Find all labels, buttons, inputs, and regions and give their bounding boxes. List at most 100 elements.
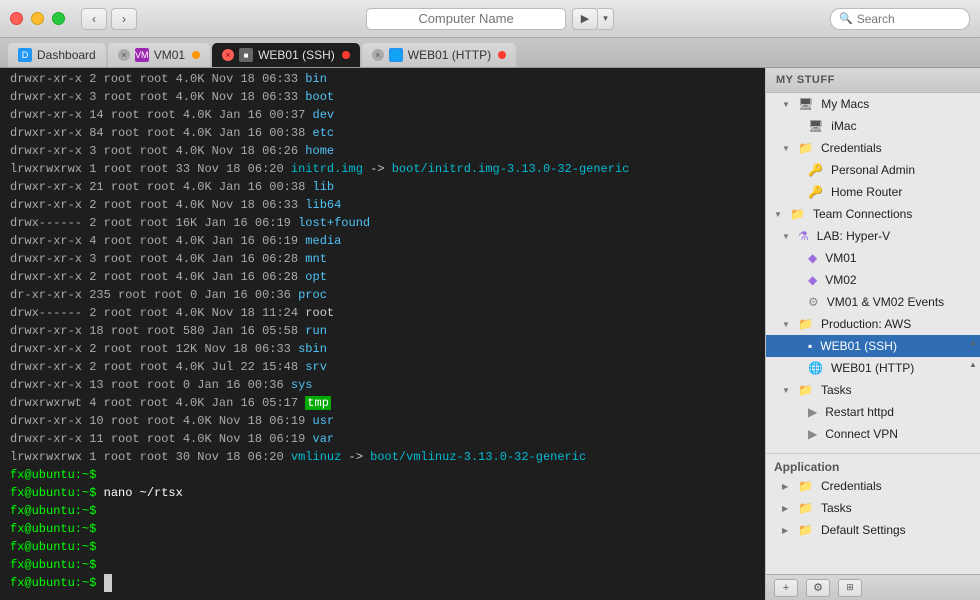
- sidebar-item-web01-ssh[interactable]: ▪WEB01 (SSH)▲: [766, 335, 980, 357]
- sidebar-item-web01-http[interactable]: 🌐WEB01 (HTTP)▲: [766, 357, 980, 379]
- owner: root: [111, 180, 140, 194]
- date: Nov 18 06:19: [219, 432, 305, 446]
- nav-buttons: ‹ ›: [81, 8, 137, 30]
- sidebar-item-production-aws[interactable]: 📁Production: AWS: [766, 313, 980, 335]
- link-name: vmlinuz: [291, 450, 341, 464]
- sidebar-item-label: Connect VPN: [825, 427, 898, 441]
- sidebar-item-restart-httpd[interactable]: ▶Restart httpd: [766, 401, 980, 423]
- file-size: 16K: [176, 216, 198, 230]
- sidebar-application-header: Application: [766, 453, 980, 475]
- date: Nov 18 06:19: [219, 414, 305, 428]
- task-icon: ▶: [808, 405, 817, 419]
- tab-icon-web01-ssh: ■: [239, 48, 253, 62]
- sidebar-item-app-tasks[interactable]: 📁Tasks: [766, 497, 980, 519]
- owner: root: [104, 216, 133, 230]
- link-arrow: ->: [349, 450, 363, 464]
- terminal-line: drwxr-xr-x 2 root root 12K Nov 18 06:33 …: [10, 340, 755, 358]
- permissions: drwxr-xr-x: [10, 342, 82, 356]
- tab-close-web01-ssh[interactable]: ×: [222, 49, 234, 61]
- scroll-up-button[interactable]: ▲: [966, 335, 980, 349]
- sidebar-item-app-default-settings[interactable]: 📁Default Settings: [766, 519, 980, 541]
- dropdown-button[interactable]: ▾: [598, 8, 614, 30]
- prompt-text: fx@ubuntu:~$: [10, 504, 96, 518]
- tab-web01-ssh[interactable]: × ■ WEB01 (SSH): [212, 43, 360, 67]
- computer_small-icon: 🖥: [808, 119, 823, 133]
- sidebar-item-vm01[interactable]: ◆VM01: [766, 247, 980, 269]
- terminal[interactable]: fx@ubuntu:~$ pwd/home/fxfx@ubuntu:~$ fx@…: [0, 68, 765, 600]
- tab-close-vm01[interactable]: ×: [118, 49, 130, 61]
- sidebar-item-credentials[interactable]: 📁Credentials: [766, 137, 980, 159]
- link-count: 13: [89, 378, 103, 392]
- link-arrow: ->: [370, 162, 384, 176]
- scroll-indicator[interactable]: ▲: [966, 357, 980, 371]
- link-name: initrd.img: [291, 162, 363, 176]
- group: root: [147, 180, 176, 194]
- add-button[interactable]: +: [774, 579, 798, 597]
- sidebar-item-connect-vpn[interactable]: ▶Connect VPN: [766, 423, 980, 445]
- disclosure-icon: [782, 386, 792, 395]
- file-size: 4.0K: [176, 90, 205, 104]
- folder-icon: 📁: [798, 523, 813, 537]
- folder-icon: 📁: [798, 383, 813, 397]
- owner: root: [111, 414, 140, 428]
- disclosure-icon: [782, 482, 792, 491]
- tab-web01-http[interactable]: × 🌐 WEB01 (HTTP): [362, 43, 516, 67]
- link-count: 4: [89, 234, 96, 248]
- terminal-line: drwxr-xr-x 21 root root 4.0K Jan 16 00:3…: [10, 178, 755, 196]
- sidebar-item-label: VM01 & VM02 Events: [827, 295, 944, 309]
- group: root: [140, 90, 169, 104]
- play-button[interactable]: ▶: [572, 8, 598, 30]
- forward-button[interactable]: ›: [111, 8, 137, 30]
- sidebar-item-imac[interactable]: 🖥iMac: [766, 115, 980, 137]
- file-size: 4.0K: [176, 270, 205, 284]
- file-size: 4.0K: [176, 252, 205, 266]
- link-count: 11: [89, 432, 103, 446]
- file-size: 4.0K: [176, 306, 205, 320]
- back-button[interactable]: ‹: [81, 8, 107, 30]
- terminal-line: fx@ubuntu:~$: [10, 538, 755, 556]
- tab-close-web01-http[interactable]: ×: [372, 49, 384, 61]
- grid-button[interactable]: ⊞: [838, 579, 862, 597]
- owner: root: [104, 72, 133, 86]
- sidebar-item-team-connections[interactable]: 📁Team Connections: [766, 203, 980, 225]
- sidebar-item-personal-admin[interactable]: 🔑Personal Admin: [766, 159, 980, 181]
- folder-icon: 📁: [798, 501, 813, 515]
- permissions: drwxr-xr-x: [10, 252, 82, 266]
- sidebar-item-vm01-vm02-events[interactable]: ⚙VM01 & VM02 Events: [766, 291, 980, 313]
- cursor: [104, 574, 112, 592]
- minimize-button[interactable]: [31, 12, 44, 25]
- file-size: 4.0K: [183, 126, 212, 140]
- permissions: lrwxrwxrwx: [10, 450, 82, 464]
- file-size: 4.0K: [183, 180, 212, 194]
- terminal-line: drwxr-xr-x 2 root root 4.0K Jan 16 06:28…: [10, 268, 755, 286]
- tab-vm01[interactable]: × VM VM01: [108, 43, 210, 67]
- search-input[interactable]: [857, 12, 961, 26]
- disclosure-icon: [774, 210, 784, 219]
- date: Jan 16 00:38: [219, 126, 305, 140]
- sidebar-item-lab-hyper-v[interactable]: ⚗LAB: Hyper-V: [766, 225, 980, 247]
- sidebar-item-label: WEB01 (SSH): [820, 339, 897, 353]
- maximize-button[interactable]: [52, 12, 65, 25]
- sidebar-item-app-credentials[interactable]: 📁Credentials: [766, 475, 980, 497]
- terminal-line: drwxr-xr-x 2 root root 4.0K Jul 22 15:48…: [10, 358, 755, 376]
- sidebar-item-home-router[interactable]: 🔑Home Router: [766, 181, 980, 203]
- close-button[interactable]: [10, 12, 23, 25]
- terminal-line: drwxr-xr-x 3 root root 4.0K Jan 16 06:28…: [10, 250, 755, 268]
- dir-name: usr: [313, 414, 335, 428]
- tab-dashboard[interactable]: D Dashboard: [8, 43, 106, 67]
- sidebar-item-vm02[interactable]: ◆VM02: [766, 269, 980, 291]
- sidebar-item-tasks[interactable]: 📁Tasks: [766, 379, 980, 401]
- terminal-line: fx@ubuntu:~$: [10, 556, 755, 574]
- dir-name: media: [305, 234, 341, 248]
- computer-name-input[interactable]: [366, 8, 566, 30]
- gear-button[interactable]: ⚙: [806, 579, 830, 597]
- group: root: [147, 378, 176, 392]
- dir-name: root: [305, 306, 334, 320]
- tab-dot-web01-ssh: [342, 51, 350, 59]
- sidebar-item-my-macs[interactable]: 🖥My Macs: [766, 93, 980, 115]
- link-count: 2: [89, 342, 96, 356]
- tab-label-vm01: VM01: [154, 48, 185, 62]
- sidebar-scroll[interactable]: 🖥My Macs🖥iMac📁Credentials🔑Personal Admin…: [766, 93, 980, 574]
- owner: root: [104, 360, 133, 374]
- terminal-line: drwxr-xr-x 2 root root 4.0K Nov 18 06:33…: [10, 70, 755, 88]
